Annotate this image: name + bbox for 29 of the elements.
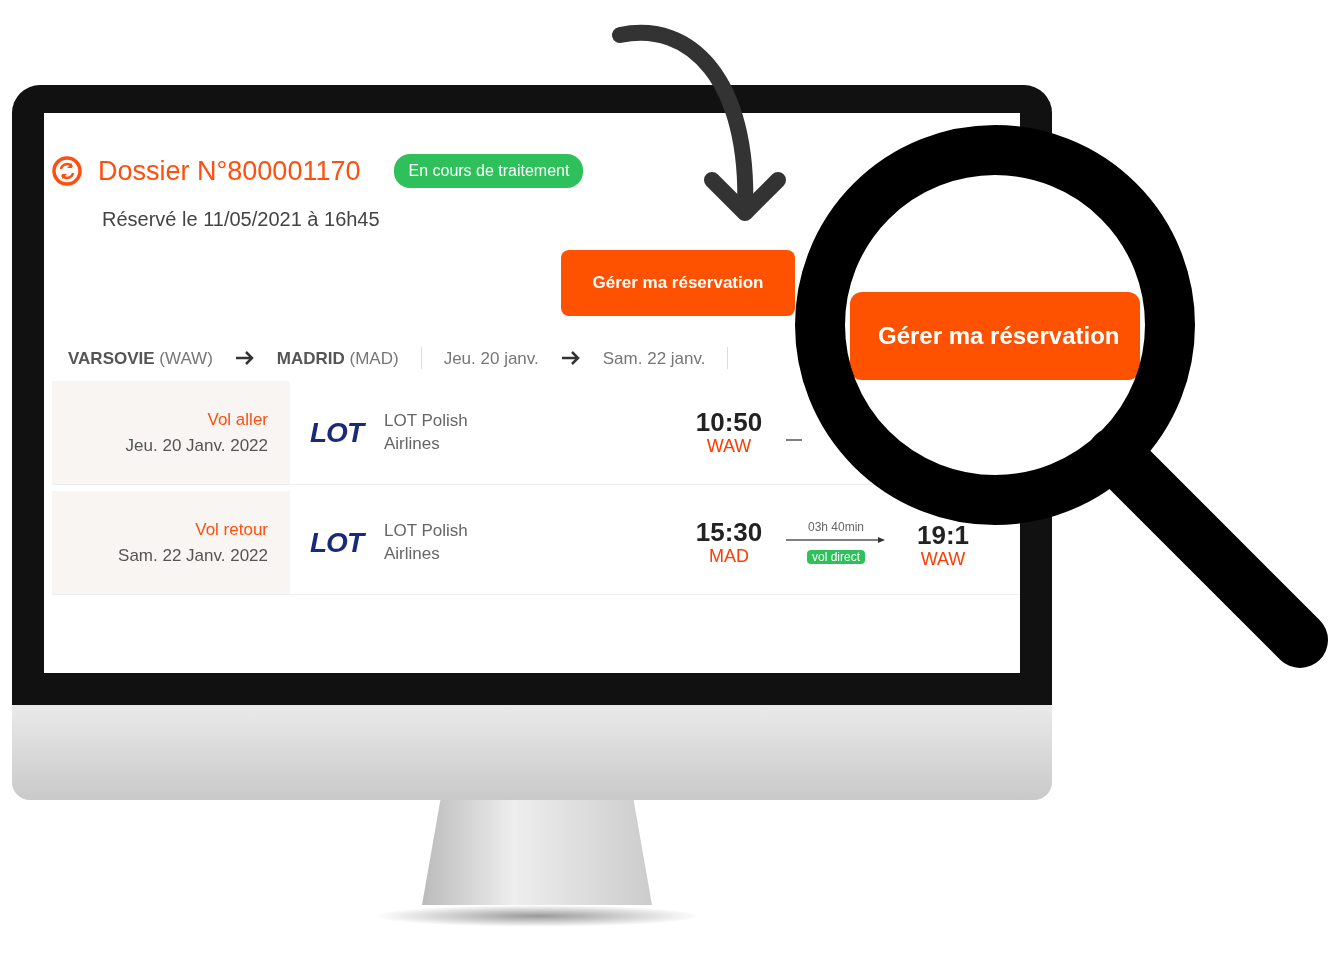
flight-duration: 03h 40min xyxy=(806,518,865,536)
departure-time: 10:50 xyxy=(694,408,764,437)
airline-logo: LOT xyxy=(310,411,370,454)
route-city: MADRID (MAD) xyxy=(276,347,399,370)
magnified-manage-button[interactable]: Gérer ma réservation xyxy=(850,292,1140,380)
flight-date: Sam. 22 Janv. 2022 xyxy=(117,544,268,567)
flight-direction: Vol retour xyxy=(194,519,268,541)
status-badge: En cours de traitement xyxy=(394,154,584,189)
flight-direction: Vol aller xyxy=(206,409,268,431)
airline-name: LOT Polish Airlines xyxy=(384,519,469,565)
arrival-airport: WAW xyxy=(919,549,967,570)
dossier-title: Dossier N°800001170 xyxy=(98,155,361,188)
journey-line xyxy=(786,438,802,441)
circular-arrows-icon xyxy=(52,156,82,187)
departure-airport: MAD xyxy=(708,546,750,567)
airline-logo: LOT xyxy=(310,521,370,564)
airline-name: LOT Polish Airlines xyxy=(384,409,469,455)
arrival-time: 19:1 xyxy=(915,521,970,550)
departure-time: 15:30 xyxy=(694,518,764,547)
departure-airport: WAW xyxy=(705,436,753,457)
route-date: Sam. 22 janv. xyxy=(602,347,706,370)
route-date: Jeu. 20 janv. xyxy=(443,347,539,370)
direct-flight-badge: vol direct xyxy=(807,549,865,564)
right-arrow-icon xyxy=(560,351,581,366)
flight-date: Jeu. 20 Janv. 2022 xyxy=(124,434,268,457)
manage-booking-button[interactable]: Gérer ma réservation xyxy=(561,249,795,316)
right-arrow-icon xyxy=(234,351,255,366)
booking-date: Réservé le 11/05/2021 à 16h45 xyxy=(102,206,381,232)
route-city: VARSOVIE (WAW) xyxy=(68,347,213,370)
